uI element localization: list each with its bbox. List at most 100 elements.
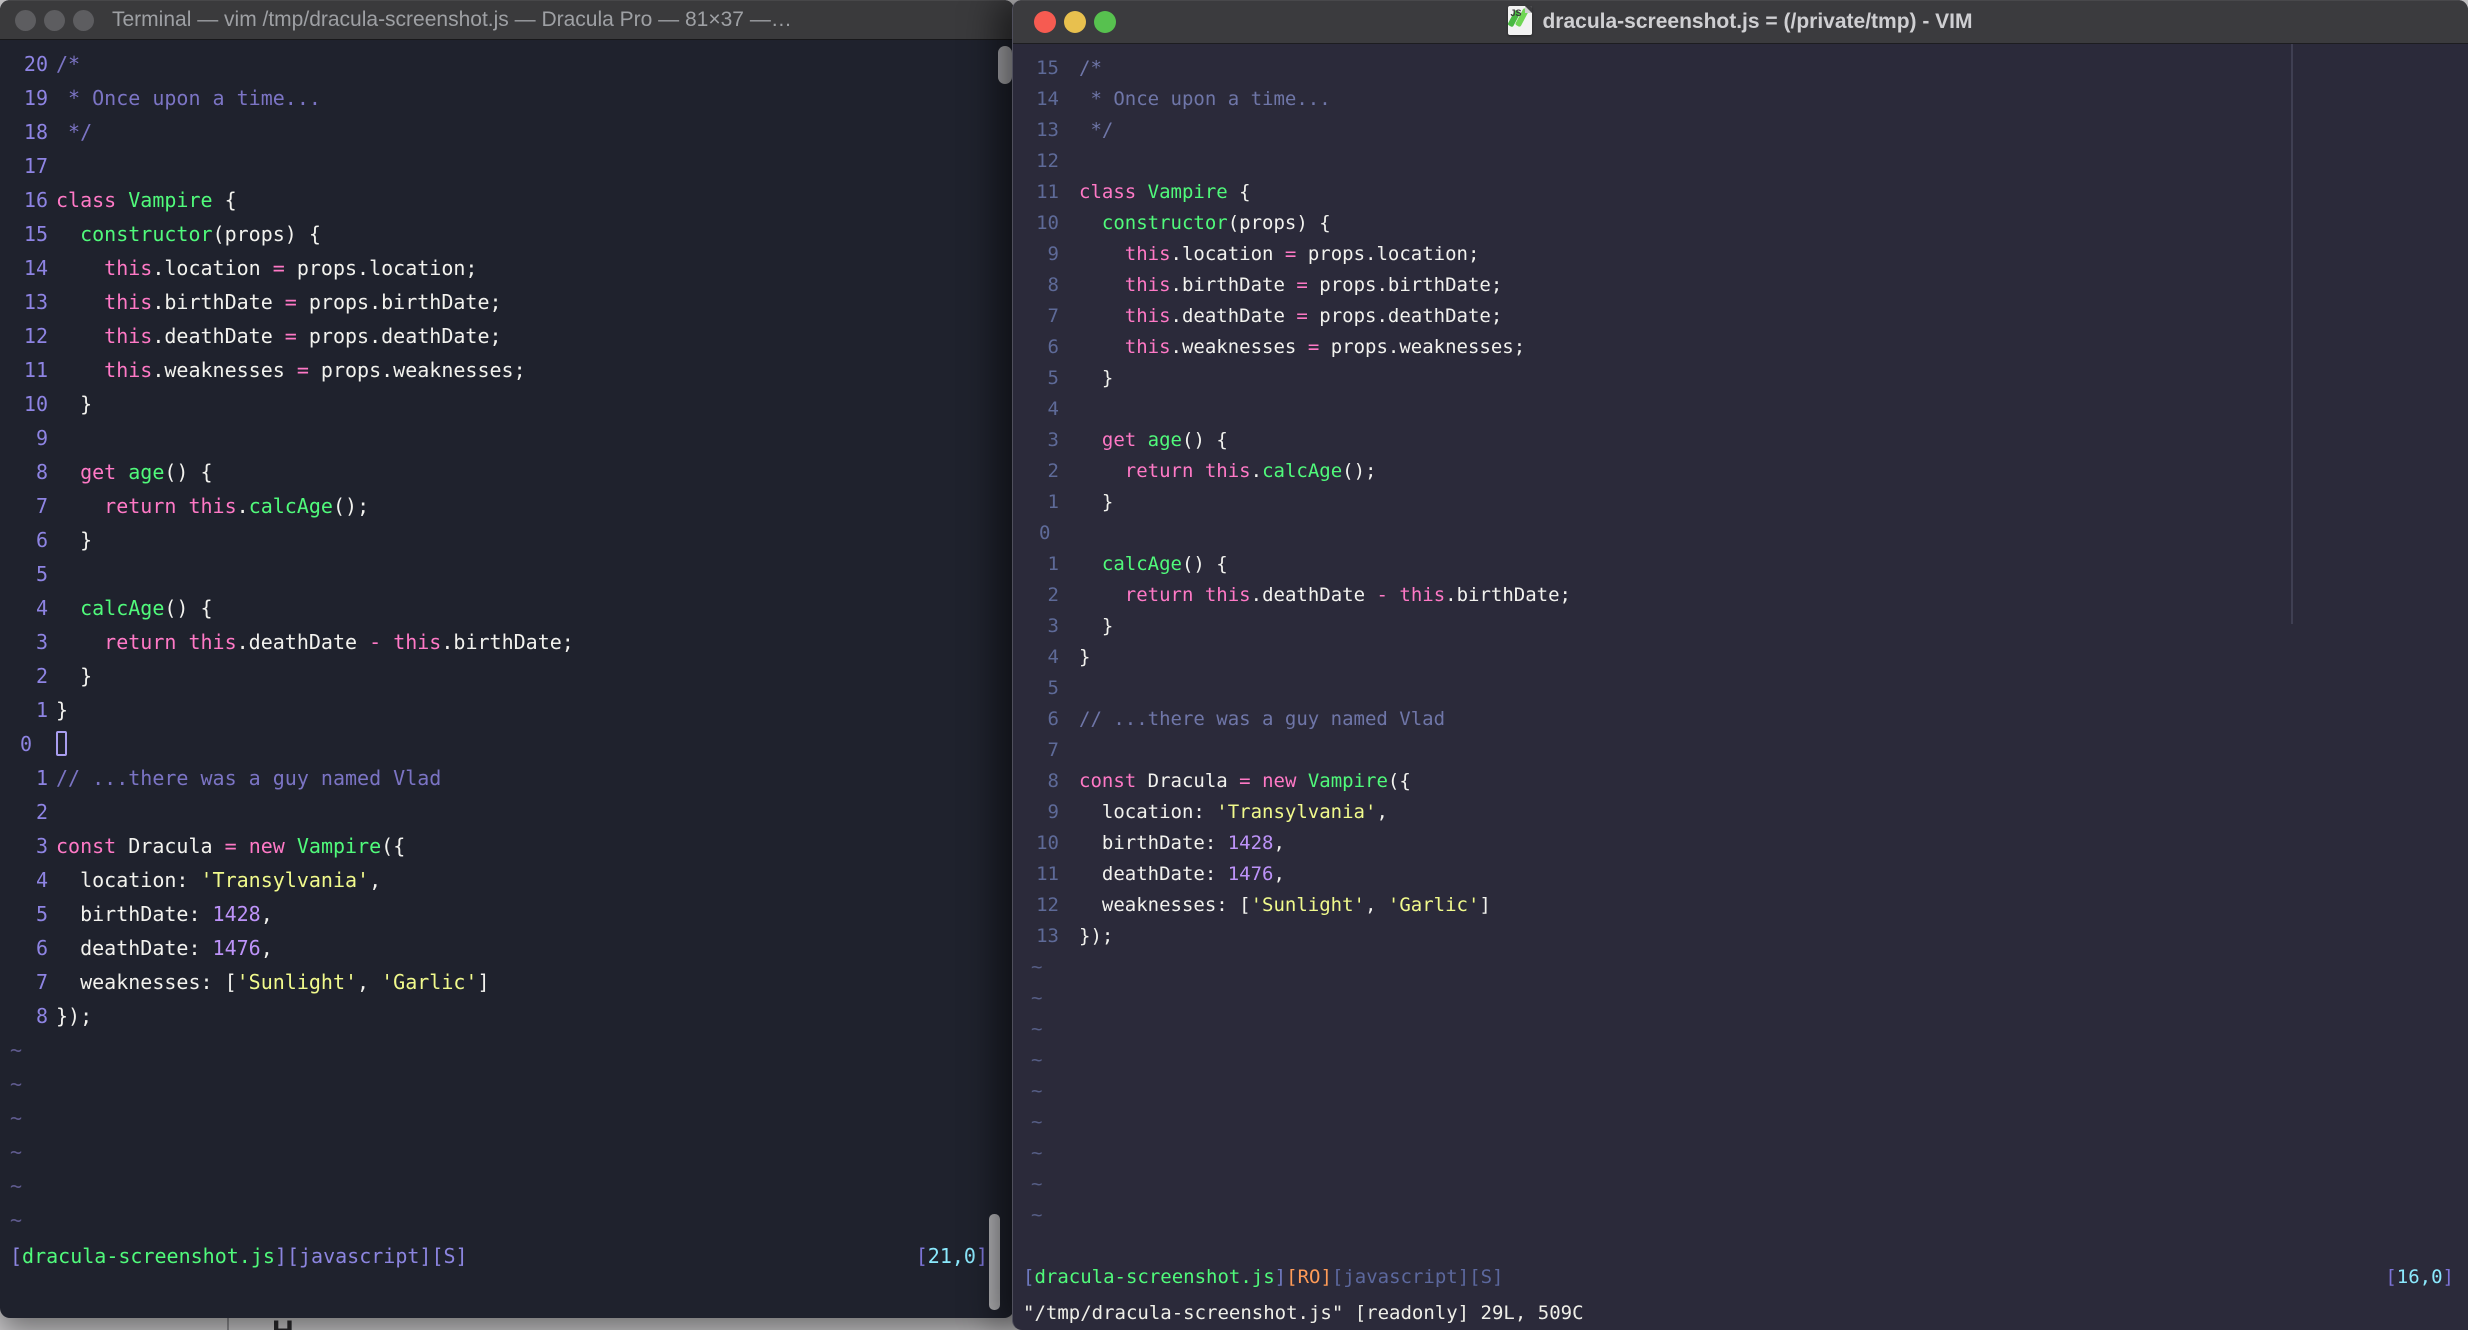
code-line[interactable]: 11 class Vampire {	[1013, 177, 2468, 208]
line-number: 1	[1047, 491, 1059, 513]
code-line[interactable]: 14 * Once upon a time...	[1013, 84, 2468, 115]
code-line[interactable]: 5	[1013, 673, 2468, 704]
code-text: this.location = props.location;	[1124, 243, 1480, 265]
code-text	[56, 731, 67, 756]
code-line[interactable]: 4	[1013, 394, 2468, 425]
code-line[interactable]: 4 calcAge() {	[0, 591, 1014, 625]
code-line[interactable]: 10 }	[0, 387, 1014, 421]
minimize-button[interactable]	[44, 10, 65, 31]
code-line[interactable]: 9	[0, 421, 1014, 455]
code-line[interactable]: 18 */	[0, 115, 1014, 149]
code-line[interactable]: 10 birthDate: 1428,	[1013, 828, 2468, 859]
code-line[interactable]: 8});	[0, 999, 1014, 1033]
code-text: }	[1079, 367, 1114, 389]
code-line[interactable]: 12 weaknesses: ['Sunlight', 'Garlic']	[1013, 890, 2468, 921]
line-number: 6	[1047, 336, 1059, 358]
code-line[interactable]: 1 calcAge() {	[1013, 549, 2468, 580]
scrollbar-track[interactable]	[2291, 44, 2293, 624]
code-line[interactable]: 1 }	[1013, 487, 2468, 518]
code-line[interactable]: 5 birthDate: 1428,	[0, 897, 1014, 931]
line-number: 13	[1036, 925, 1059, 947]
code-text: return this.deathDate - this.birthDate;	[1124, 584, 1571, 606]
code-line[interactable]: 0	[1013, 518, 2468, 549]
code-line[interactable]: 5 }	[1013, 363, 2468, 394]
line-number: 1	[35, 766, 48, 790]
line-number: 14	[23, 256, 48, 280]
code-text: */	[1079, 119, 1114, 141]
code-line[interactable]: 6 }	[0, 523, 1014, 557]
code-line[interactable]: 1 // ...there was a guy named Vlad	[0, 761, 1014, 795]
code-line[interactable]: 5	[0, 557, 1014, 591]
code-line[interactable]: 15 /*	[1013, 53, 2468, 84]
code-line[interactable]: 2 return this.calcAge();	[1013, 456, 2468, 487]
code-line[interactable]: 13});	[1013, 921, 2468, 952]
line-number: 8	[35, 1004, 48, 1028]
code-text: }	[1079, 491, 1114, 513]
code-text: weaknesses: ['Sunlight', 'Garlic']	[56, 970, 490, 994]
code-line[interactable]: 16 class Vampire {	[0, 183, 1014, 217]
macvim-titlebar[interactable]: JS dracula-screenshot.js = (/private/tmp)…	[1013, 0, 2468, 44]
line-number: 3	[35, 834, 48, 858]
vim-buffer[interactable]: 15/* 14 * Once upon a time... 13 */12 11 cla…	[1013, 45, 2468, 1330]
code-text: constructor(props) {	[1101, 212, 1331, 234]
line-number: 11	[23, 358, 48, 382]
window-title: JS dracula-screenshot.js = (/private/tmp)…	[1013, 0, 2468, 44]
code-text: this.birthDate = props.birthDate;	[104, 290, 502, 314]
code-line[interactable]: 13 */	[1013, 115, 2468, 146]
code-line[interactable]: 7 this.deathDate = props.deathDate;	[1013, 301, 2468, 332]
code-line[interactable]: 13 this.birthDate = props.birthDate;	[0, 285, 1014, 319]
scrollbar-thumb[interactable]	[998, 46, 1012, 84]
code-line[interactable]: 3 const Dracula = new Vampire({	[0, 829, 1014, 863]
code-line[interactable]: 8 const Dracula = new Vampire({	[1013, 766, 2468, 797]
code-line[interactable]: 6 this.weaknesses = props.weaknesses;	[1013, 332, 2468, 363]
code-line[interactable]: 12	[1013, 146, 2468, 177]
line-number: 19	[23, 86, 48, 110]
code-line[interactable]: 3 get age() {	[1013, 425, 2468, 456]
window-title-text: dracula-screenshot.js = (/private/tmp) -…	[1542, 10, 1973, 33]
code-line[interactable]: 6 // ...there was a guy named Vlad	[1013, 704, 2468, 735]
code-line[interactable]: 20 /*	[0, 47, 1014, 81]
close-button[interactable]	[15, 10, 36, 31]
line-number: 9	[1047, 243, 1059, 265]
code-line[interactable]: 11 this.weaknesses = props.weaknesses;	[0, 353, 1014, 387]
code-line[interactable]: 2 }	[0, 659, 1014, 693]
code-line[interactable]: 6 deathDate: 1476,	[0, 931, 1014, 965]
code-line[interactable]: 15 constructor(props) {	[0, 217, 1014, 251]
line-number: 15	[23, 222, 48, 246]
code-line[interactable]: 7 weaknesses: ['Sunlight', 'Garlic']	[0, 965, 1014, 999]
line-number: 7	[35, 494, 48, 518]
code-line[interactable]: 19 * Once upon a time...	[0, 81, 1014, 115]
vim-buffer[interactable]: 20/* 19 * Once upon a time... 18 */17 16 cla…	[0, 41, 1014, 1318]
js-file-icon: JS	[1508, 6, 1533, 35]
tilde-row: ~	[10, 1072, 23, 1096]
line-number: 14	[1036, 88, 1059, 110]
code-line[interactable]: 17	[0, 149, 1014, 183]
code-line[interactable]: 7 return this.calcAge();	[0, 489, 1014, 523]
code-line[interactable]: 4 location: 'Transylvania',	[0, 863, 1014, 897]
code-line[interactable]: 3 return this.deathDate - this.birthDate…	[0, 625, 1014, 659]
code-line[interactable]: 8 get age() {	[0, 455, 1014, 489]
code-text: }	[1079, 615, 1114, 637]
line-number: 9	[35, 426, 48, 450]
code-line[interactable]: 8 this.birthDate = props.birthDate;	[1013, 270, 2468, 301]
zoom-button[interactable]	[73, 10, 94, 31]
code-line[interactable]: 7	[1013, 735, 2468, 766]
code-line[interactable]: 9 this.location = props.location;	[1013, 239, 2468, 270]
scrollbar-thumb[interactable]	[989, 1214, 1000, 1310]
vim-block-cursor	[56, 731, 67, 756]
line-number: 12	[1036, 150, 1059, 172]
code-line[interactable]: 12 this.deathDate = props.deathDate;	[0, 319, 1014, 353]
code-line[interactable]: 2 return this.deathDate - this.birthDate…	[1013, 580, 2468, 611]
code-line[interactable]: 9 location: 'Transylvania',	[1013, 797, 2468, 828]
code-line[interactable]: 3 }	[1013, 611, 2468, 642]
vim-ruler: [21,0]	[915, 1244, 988, 1268]
code-line[interactable]: 10 constructor(props) {	[1013, 208, 2468, 239]
code-line[interactable]: 2	[0, 795, 1014, 829]
code-line[interactable]: 4}	[1013, 642, 2468, 673]
code-line[interactable]: 1}	[0, 693, 1014, 727]
code-text: /*	[56, 52, 81, 76]
terminal-titlebar[interactable]: Terminal — vim /tmp/dracula-screenshot.j…	[0, 0, 1014, 40]
code-line[interactable]: 0	[0, 727, 1014, 761]
code-line[interactable]: 14 this.location = props.location;	[0, 251, 1014, 285]
code-line[interactable]: 11 deathDate: 1476,	[1013, 859, 2468, 890]
